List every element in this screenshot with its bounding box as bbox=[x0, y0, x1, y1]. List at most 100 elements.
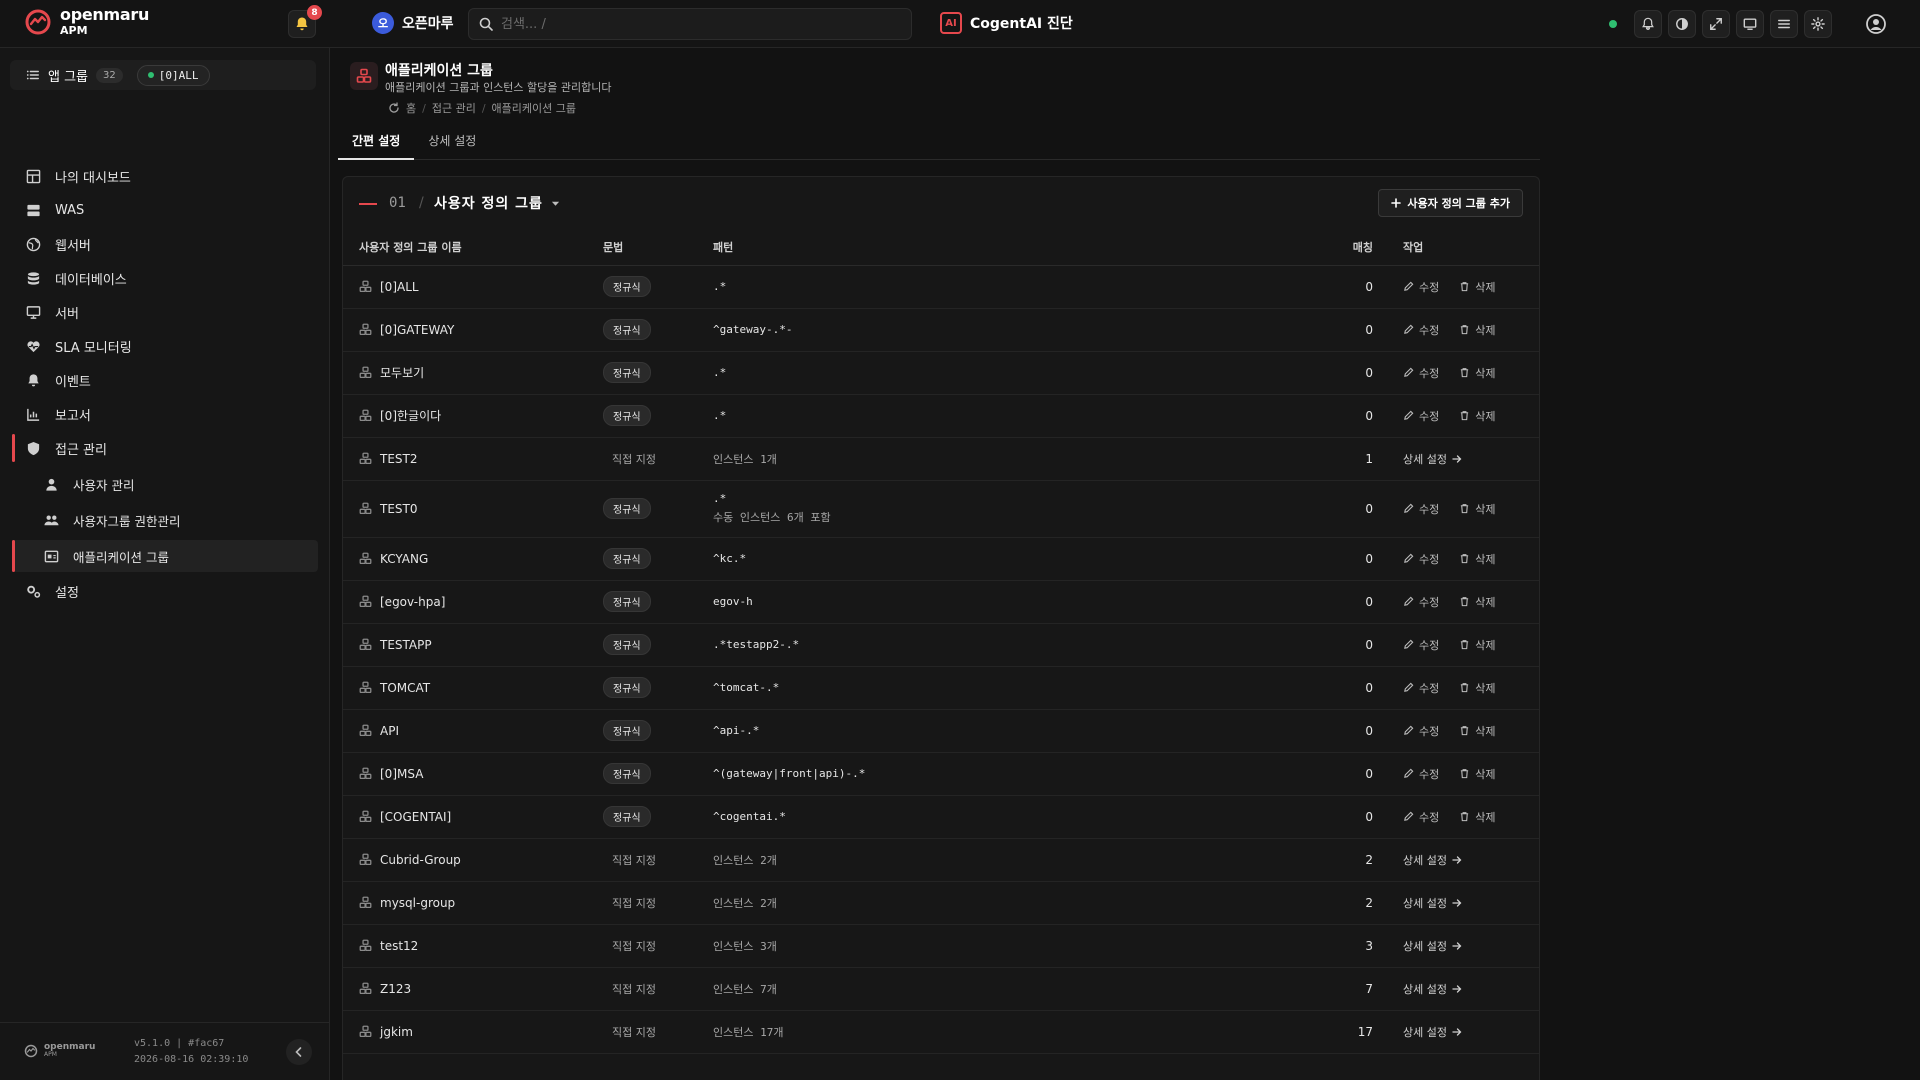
selected-group-chip[interactable]: [0]ALL bbox=[136, 64, 210, 86]
sidebar-item-reports[interactable]: 보고서 bbox=[12, 398, 318, 430]
syntax-badge: 직접 지정 bbox=[612, 896, 656, 910]
search-input[interactable] bbox=[501, 16, 881, 32]
row-actions: 수정 삭제 bbox=[1403, 766, 1539, 782]
syntax-badge: 정규식 bbox=[603, 319, 651, 340]
theme-toggle-button[interactable] bbox=[1668, 10, 1696, 38]
edit-button[interactable]: 수정 bbox=[1403, 637, 1439, 653]
cell-match: 1 bbox=[1333, 437, 1373, 481]
table-row[interactable]: TOMCAT 정규식 ^tomcat-.* 0 수정 삭제 bbox=[343, 666, 1539, 710]
display-button[interactable] bbox=[1736, 10, 1764, 38]
edit-button[interactable]: 수정 bbox=[1403, 766, 1439, 782]
sidebar-item-usergroup-permissions[interactable]: 사용자그룹 권한관리 bbox=[12, 504, 318, 536]
edit-button[interactable]: 수정 bbox=[1403, 809, 1439, 825]
delete-button[interactable]: 삭제 bbox=[1459, 637, 1496, 653]
table-row[interactable]: test12 직접 지정 인스턴스 3개 3 상세 설정 bbox=[343, 924, 1539, 968]
refresh-icon[interactable] bbox=[388, 102, 400, 114]
delete-button[interactable]: 삭제 bbox=[1459, 501, 1496, 517]
sidebar-item-settings[interactable]: 설정 bbox=[12, 575, 318, 607]
cell-pattern: .* bbox=[713, 394, 1333, 438]
cogentai-button[interactable]: AI CogentAI 진단 bbox=[940, 12, 1073, 34]
detail-settings-link[interactable]: 상세 설정 bbox=[1403, 1024, 1539, 1040]
edit-label: 수정 bbox=[1419, 323, 1440, 337]
delete-button[interactable]: 삭제 bbox=[1459, 680, 1496, 696]
sidebar-item-user-management[interactable]: 사용자 관리 bbox=[12, 468, 318, 500]
settings-button[interactable] bbox=[1804, 10, 1832, 38]
edit-button[interactable]: 수정 bbox=[1403, 594, 1439, 610]
table-row[interactable]: jgkim 직접 지정 인스턴스 17개 17 상세 설정 bbox=[343, 1010, 1539, 1054]
collapse-sidebar-button[interactable] bbox=[286, 1039, 312, 1065]
table-row[interactable]: TESTAPP 정규식 .*testapp2-.* 0 수정 삭제 bbox=[343, 623, 1539, 667]
sidebar-item-access-management[interactable]: 접근 관리 bbox=[12, 432, 318, 464]
breadcrumb-access-management[interactable]: 접근 관리 bbox=[432, 100, 476, 116]
group-name-text: TESTAPP bbox=[380, 637, 432, 652]
cell-name: [0]ALL bbox=[343, 265, 603, 309]
add-custom-group-button[interactable]: 사용자 정의 그룹 추가 bbox=[1378, 189, 1523, 217]
delete-button[interactable]: 삭제 bbox=[1459, 551, 1496, 567]
delete-button[interactable]: 삭제 bbox=[1459, 766, 1496, 782]
instance-count: 인스턴스 2개 bbox=[713, 896, 777, 910]
add-button-label: 사용자 정의 그룹 추가 bbox=[1407, 197, 1510, 210]
delete-button[interactable]: 삭제 bbox=[1459, 723, 1496, 739]
table-row[interactable]: Z123 직접 지정 인스턴스 7개 7 상세 설정 bbox=[343, 967, 1539, 1011]
fullscreen-button[interactable] bbox=[1702, 10, 1730, 38]
edit-button[interactable]: 수정 bbox=[1403, 501, 1439, 517]
group-dropdown[interactable]: 사용자 정의 그룹 bbox=[434, 193, 560, 213]
cell-actions: 상세 설정 bbox=[1373, 881, 1539, 925]
table-row[interactable]: [0]ALL 정규식 .* 0 수정 삭제 bbox=[343, 265, 1539, 309]
table-row[interactable]: mysql-group 직접 지정 인스턴스 2개 2 상세 설정 bbox=[343, 881, 1539, 925]
table-row[interactable]: API 정규식 ^api-.* 0 수정 삭제 bbox=[343, 709, 1539, 753]
table-row[interactable]: TEST2 직접 지정 인스턴스 1개 1 상세 설정 bbox=[343, 437, 1539, 481]
sidebar-item-sla[interactable]: SLA 모니터링 bbox=[12, 330, 318, 362]
edit-button[interactable]: 수정 bbox=[1403, 322, 1439, 338]
table-row[interactable]: KCYANG 정규식 ^kc.* 0 수정 삭제 bbox=[343, 537, 1539, 581]
breadcrumb-home[interactable]: 홈 bbox=[406, 100, 416, 116]
column-header-syntax: 문법 bbox=[603, 229, 713, 266]
sidebar-item-database[interactable]: 데이터베이스 bbox=[12, 262, 318, 294]
table-row[interactable]: [COGENTAI] 정규식 ^cogentai.* 0 수정 삭제 bbox=[343, 795, 1539, 839]
detail-settings-link[interactable]: 상세 설정 bbox=[1403, 451, 1539, 467]
app-group-selector[interactable]: 앱 그룹 32 [0]ALL bbox=[10, 60, 316, 90]
sidebar-item-dashboard[interactable]: 나의 대시보드 bbox=[12, 160, 318, 192]
detail-settings-link[interactable]: 상세 설정 bbox=[1403, 895, 1539, 911]
table-row[interactable]: [0]MSA 정규식 ^(gateway|front|api)-.* 0 수정 삭제 bbox=[343, 752, 1539, 796]
edit-button[interactable]: 수정 bbox=[1403, 408, 1439, 424]
tab-advanced-settings[interactable]: 상세 설정 bbox=[414, 128, 490, 160]
edit-button[interactable]: 수정 bbox=[1403, 723, 1439, 739]
search-box[interactable] bbox=[468, 8, 912, 40]
sidebar-item-webserver[interactable]: 웹서버 bbox=[12, 228, 318, 260]
edit-button[interactable]: 수정 bbox=[1403, 551, 1439, 567]
tab-simple-settings[interactable]: 간편 설정 bbox=[338, 128, 415, 160]
user-icon bbox=[46, 478, 57, 491]
sidebar-item-server[interactable]: 서버 bbox=[12, 296, 318, 328]
table-row[interactable]: Cubrid-Group 직접 지정 인스턴스 2개 2 상세 설정 bbox=[343, 838, 1539, 882]
table-row[interactable]: 모두보기 정규식 .* 0 수정 삭제 bbox=[343, 351, 1539, 395]
delete-button[interactable]: 삭제 bbox=[1459, 365, 1496, 381]
sidebar-item-label: 애플리케이션 그룹 bbox=[73, 549, 169, 565]
sidebar-item-application-group[interactable]: 애플리케이션 그룹 bbox=[12, 540, 318, 572]
edit-button[interactable]: 수정 bbox=[1403, 279, 1439, 295]
sidebar-item-events[interactable]: 이벤트 bbox=[12, 364, 318, 396]
delete-button[interactable]: 삭제 bbox=[1459, 279, 1496, 295]
table-row[interactable]: TEST0 정규식 .* 수동 인스턴스 6개 포함 0 수정 삭제 bbox=[343, 480, 1539, 538]
org-selector[interactable]: 오 오픈마루 bbox=[372, 12, 454, 34]
alerts-button[interactable] bbox=[1634, 10, 1662, 38]
app-logo[interactable]: openmaru APM bbox=[24, 7, 149, 36]
delete-button[interactable]: 삭제 bbox=[1459, 322, 1496, 338]
detail-settings-link[interactable]: 상세 설정 bbox=[1403, 981, 1539, 997]
table-row[interactable]: [0]한글이다 정규식 .* 0 수정 삭제 bbox=[343, 394, 1539, 438]
app-group-icon bbox=[359, 452, 372, 465]
edit-button[interactable]: 수정 bbox=[1403, 365, 1439, 381]
menu-button[interactable] bbox=[1770, 10, 1798, 38]
delete-button[interactable]: 삭제 bbox=[1459, 809, 1496, 825]
delete-button[interactable]: 삭제 bbox=[1459, 594, 1496, 610]
table-row[interactable]: [0]GATEWAY 정규식 ^gateway-.*- 0 수정 삭제 bbox=[343, 308, 1539, 352]
notification-button[interactable]: 8 bbox=[288, 5, 322, 38]
detail-settings-link[interactable]: 상세 설정 bbox=[1403, 852, 1539, 868]
user-avatar-icon[interactable] bbox=[1864, 12, 1888, 36]
sidebar-item-was[interactable]: WAS bbox=[12, 194, 318, 226]
table-row[interactable]: [egov-hpa] 정규식 egov-h 0 수정 삭제 bbox=[343, 580, 1539, 624]
detail-settings-link[interactable]: 상세 설정 bbox=[1403, 938, 1539, 954]
delete-button[interactable]: 삭제 bbox=[1459, 408, 1496, 424]
edit-button[interactable]: 수정 bbox=[1403, 680, 1439, 696]
cell-syntax: 정규식 bbox=[603, 308, 713, 352]
